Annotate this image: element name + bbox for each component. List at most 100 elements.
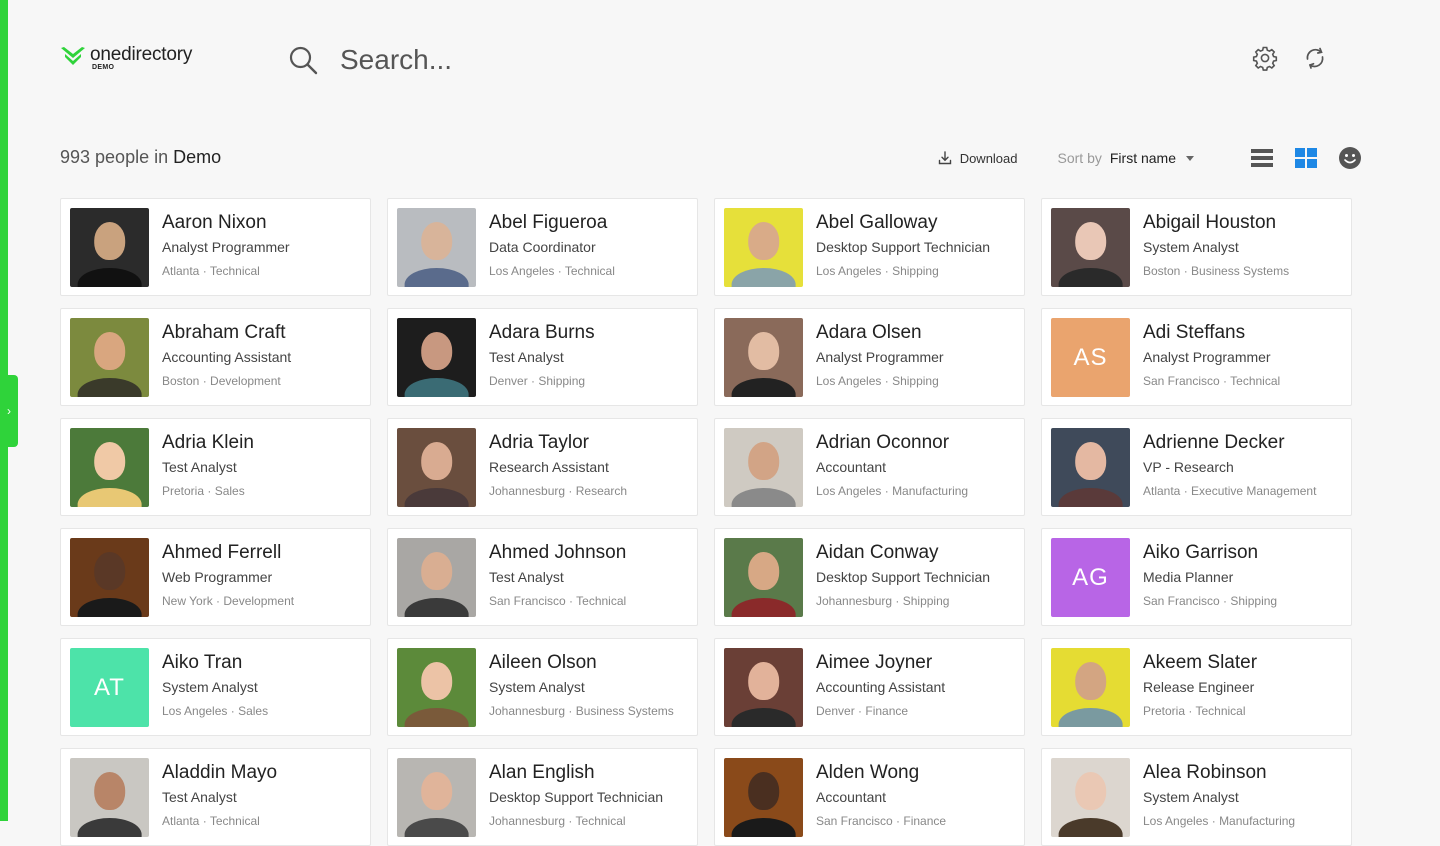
meta-separator: · bbox=[892, 814, 904, 828]
meta-separator: · bbox=[527, 374, 539, 388]
person-location: Johannesburg bbox=[489, 814, 566, 828]
person-card[interactable]: Adria Klein Test Analyst Pretoria · Sales bbox=[60, 418, 371, 516]
person-location: Atlanta bbox=[162, 814, 200, 828]
avatar-head bbox=[420, 222, 453, 261]
person-info: Abigail Houston System Analyst Boston · Bu… bbox=[1143, 211, 1289, 283]
person-info: Akeem Slater Release Engineer Pretoria · T… bbox=[1143, 651, 1257, 723]
person-location: Johannesburg bbox=[816, 594, 893, 608]
person-card[interactable]: Ahmed Ferrell Web Programmer New York · De… bbox=[60, 528, 371, 626]
meta-separator: · bbox=[881, 484, 893, 498]
person-title: System Analyst bbox=[1143, 239, 1239, 255]
search-bar bbox=[288, 40, 888, 80]
sync-button[interactable] bbox=[1302, 45, 1328, 71]
meta-separator: · bbox=[565, 484, 576, 498]
person-card[interactable]: Aimee Joyner Accounting Assistant Denver ·… bbox=[714, 638, 1025, 736]
person-location: San Francisco bbox=[1143, 594, 1220, 608]
avatar-photo bbox=[724, 648, 803, 727]
avatar-photo bbox=[397, 758, 476, 837]
avatar-head bbox=[747, 772, 780, 811]
person-title: Desktop Support Technician bbox=[816, 569, 991, 585]
person-card[interactable]: Alan English Desktop Support Technician Jo… bbox=[387, 748, 698, 846]
person-card[interactable]: Aidan Conway Desktop Support Technician Jo… bbox=[714, 528, 1025, 626]
person-card[interactable]: Abel Galloway Desktop Support Technician L… bbox=[714, 198, 1025, 296]
person-card[interactable]: Adrian Oconnor Accountant Los Angeles · Ma… bbox=[714, 418, 1025, 516]
sort-label: Sort by bbox=[1057, 150, 1102, 166]
directory-name: Demo bbox=[173, 147, 222, 167]
avatar-head bbox=[1074, 662, 1107, 701]
person-card[interactable]: Akeem Slater Release Engineer Pretoria · T… bbox=[1041, 638, 1352, 736]
avatar-shoulders bbox=[731, 268, 796, 287]
person-name: Aimee Joyner bbox=[816, 652, 933, 673]
sort-value: First name bbox=[1109, 150, 1176, 166]
search-icon bbox=[289, 46, 318, 75]
person-card[interactable]: Ahmed Johnson Test Analyst San Francisco ·… bbox=[387, 528, 698, 626]
person-card[interactable]: Adara Burns Test Analyst Denver · Shipping bbox=[387, 308, 698, 406]
avatar-initials-text: AS bbox=[1073, 343, 1108, 371]
avatar-photo bbox=[70, 538, 149, 617]
meta-separator: · bbox=[1219, 594, 1231, 608]
meta-separator: · bbox=[881, 264, 893, 278]
person-card[interactable]: Abigail Houston System Analyst Boston · Bu… bbox=[1041, 198, 1352, 296]
avatar-photo bbox=[397, 538, 476, 617]
avatar-head bbox=[420, 332, 453, 371]
settings-button[interactable] bbox=[1252, 45, 1278, 71]
person-meta: Pretoria · Sales bbox=[162, 479, 254, 503]
person-info: Adi Steffans Analyst Programmer San Franci… bbox=[1143, 321, 1280, 393]
meta-separator: · bbox=[227, 704, 239, 718]
person-name: Aaron Nixon bbox=[162, 212, 267, 233]
avatar-head bbox=[747, 222, 780, 261]
person-card[interactable]: AS Adi Steffans Analyst Programmer San Fran… bbox=[1041, 308, 1352, 406]
person-card[interactable]: Alea Robinson System Analyst Los Angeles ·… bbox=[1041, 748, 1352, 846]
person-meta: San Francisco · Technical bbox=[489, 589, 626, 613]
person-location: New York bbox=[162, 594, 213, 608]
app-logo[interactable]: onedirectory DEMO bbox=[60, 44, 192, 71]
search-input[interactable] bbox=[340, 44, 860, 76]
person-title: Accounting Assistant bbox=[816, 679, 946, 695]
person-info: Adria Klein Test Analyst Pretoria · Sales bbox=[162, 431, 254, 503]
person-info: Aladdin Mayo Test Analyst Atlanta · Techni… bbox=[162, 761, 277, 833]
avatar-shoulders bbox=[731, 708, 796, 727]
sort-dropdown[interactable]: Sort by First name bbox=[1058, 150, 1194, 166]
sidebar-expand-tab[interactable]: › bbox=[0, 375, 18, 447]
people-grid: Aaron Nixon Analyst Programmer Atlanta · T… bbox=[60, 198, 1352, 846]
avatar-shoulders bbox=[404, 378, 469, 397]
person-meta: Johannesburg · Research bbox=[489, 479, 627, 503]
caret-down-icon bbox=[1186, 155, 1194, 161]
person-card[interactable]: AT Aiko Tran System Analyst Los Angeles · S… bbox=[60, 638, 371, 736]
person-card[interactable]: AG Aiko Garrison Media Planner San Francisc… bbox=[1041, 528, 1352, 626]
avatar-photo bbox=[1051, 758, 1130, 837]
avatar-head bbox=[1074, 772, 1107, 811]
avatar-photo bbox=[70, 318, 149, 397]
avatar-photo bbox=[397, 428, 476, 507]
person-card[interactable]: Adrienne Decker VP - Research Atlanta · Ex… bbox=[1041, 418, 1352, 516]
grid-view-button[interactable] bbox=[1294, 146, 1318, 170]
avatar-shoulders bbox=[77, 378, 142, 397]
avatar-photo bbox=[1051, 208, 1130, 287]
person-card[interactable]: Adara Olsen Analyst Programmer Los Angeles… bbox=[714, 308, 1025, 406]
toolbar: Download Sort by First name bbox=[938, 146, 1362, 170]
smiley-icon bbox=[1339, 147, 1361, 169]
person-location: Denver bbox=[816, 704, 855, 718]
list-view-button[interactable] bbox=[1250, 146, 1274, 170]
person-name: Adrienne Decker bbox=[1143, 432, 1285, 453]
person-card[interactable]: Aileen Olson System Analyst Johannesburg ·… bbox=[387, 638, 698, 736]
person-info: Ahmed Johnson Test Analyst San Francisco ·… bbox=[489, 541, 626, 613]
person-location: Atlanta bbox=[1143, 484, 1181, 498]
download-button[interactable]: Download bbox=[938, 151, 1018, 166]
avatar-shoulders bbox=[77, 268, 142, 287]
avatar-initials-text: AG bbox=[1072, 563, 1109, 591]
avatar-photo bbox=[397, 208, 476, 287]
person-card[interactable]: Aladdin Mayo Test Analyst Atlanta · Techni… bbox=[60, 748, 371, 846]
person-card[interactable]: Adria Taylor Research Assistant Johannesbu… bbox=[387, 418, 698, 516]
face-view-button[interactable] bbox=[1338, 146, 1362, 170]
person-card[interactable]: Aaron Nixon Analyst Programmer Atlanta · T… bbox=[60, 198, 371, 296]
person-department: Shipping bbox=[892, 374, 939, 388]
meta-separator: · bbox=[212, 594, 224, 608]
person-meta: Los Angeles · Sales bbox=[162, 699, 268, 723]
person-card[interactable]: Abraham Craft Accounting Assistant Boston … bbox=[60, 308, 371, 406]
person-card[interactable]: Alden Wong Accountant San Francisco · Fina… bbox=[714, 748, 1025, 846]
person-department: Shipping bbox=[538, 374, 586, 388]
person-department: Finance bbox=[865, 704, 909, 718]
person-card[interactable]: Abel Figueroa Data Coordinator Los Angeles… bbox=[387, 198, 698, 296]
avatar-photo bbox=[1051, 428, 1130, 507]
